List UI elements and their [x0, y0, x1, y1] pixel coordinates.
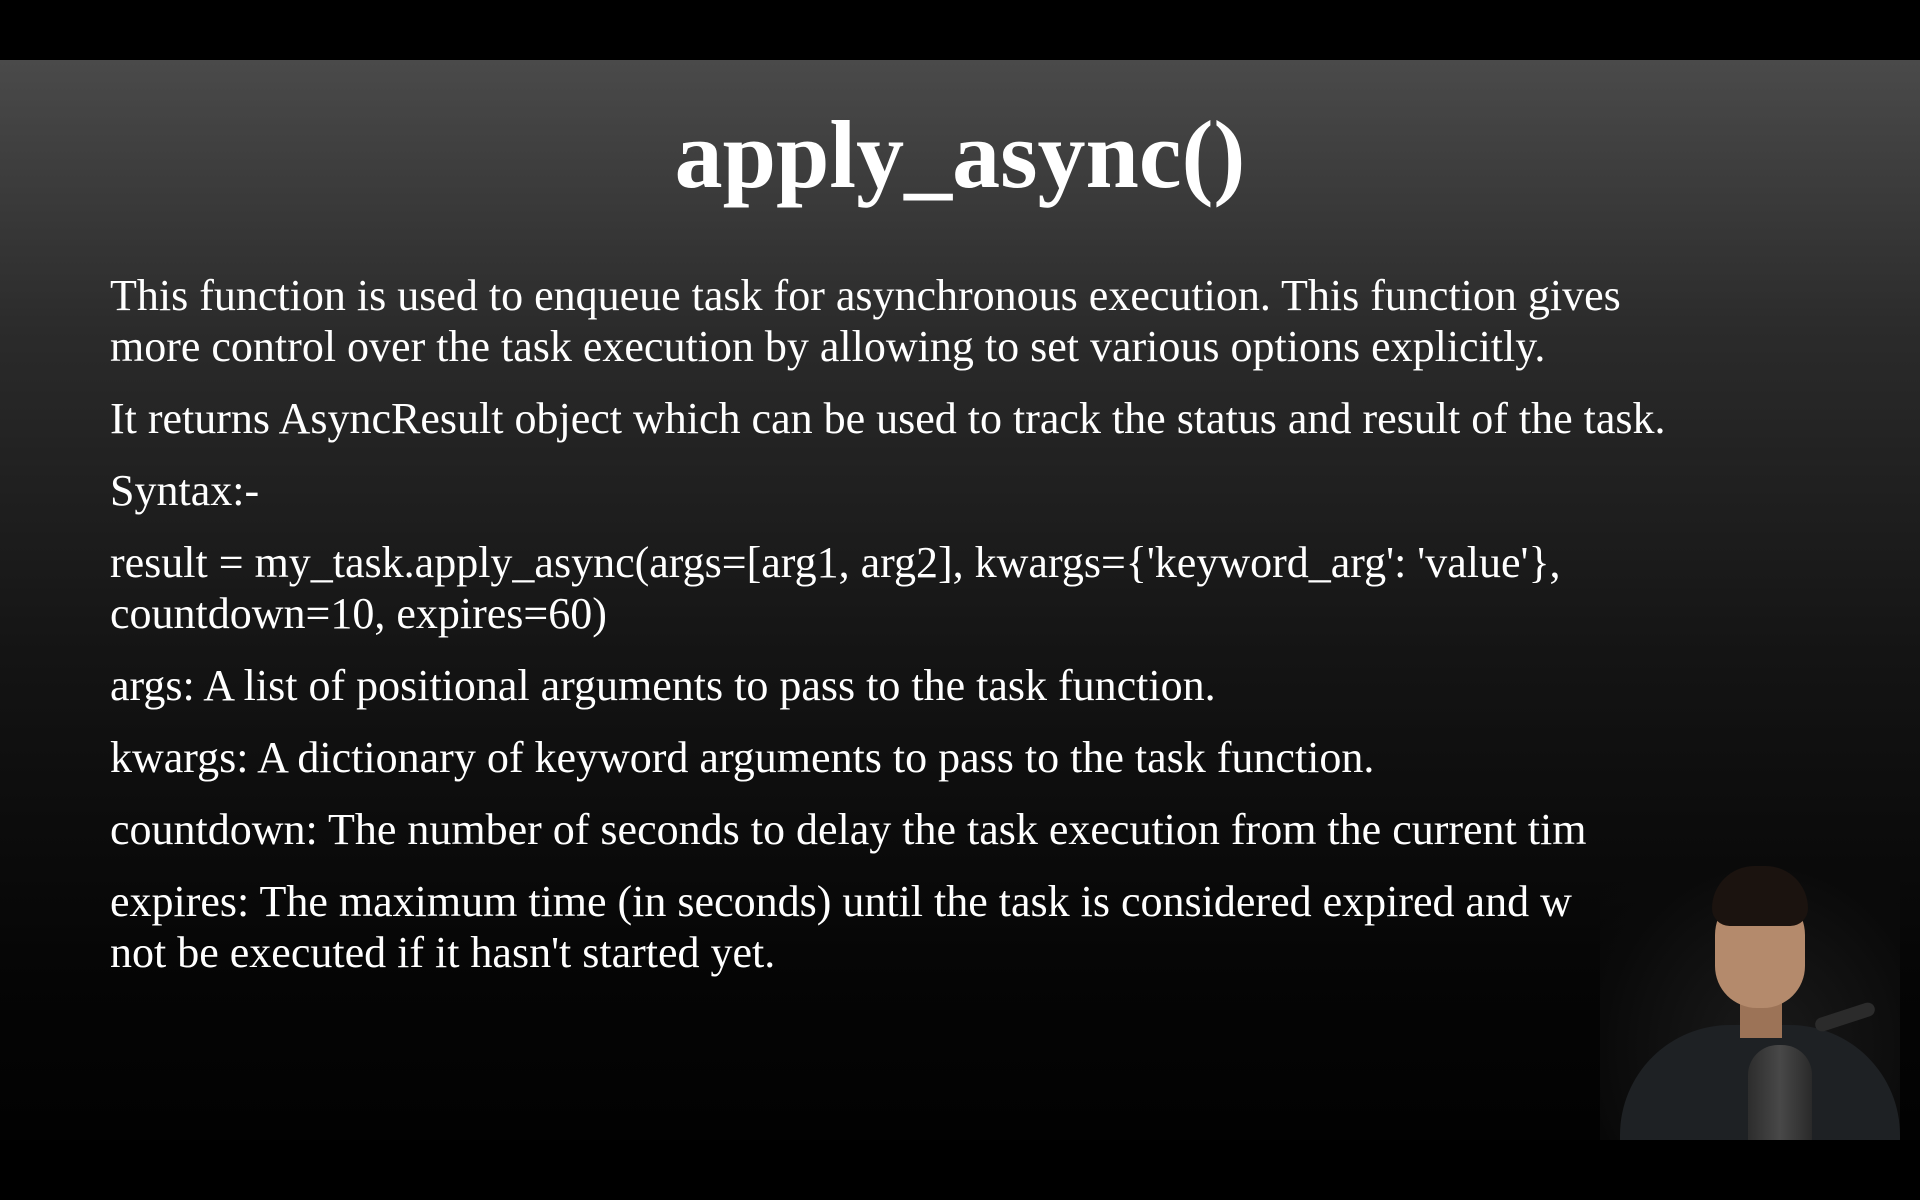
slide-body: This function is used to enqueue task fo…: [110, 270, 1830, 999]
paragraph-expires: expires: The maximum time (in seconds) u…: [110, 876, 1830, 978]
letterbox-bar: [0, 0, 1920, 60]
paragraph-description: This function is used to enqueue task fo…: [110, 270, 1830, 372]
text-line: countdown=10, expires=60): [110, 589, 607, 638]
text-line: more control over the task execution by …: [110, 322, 1546, 371]
text-line: args: A list of positional arguments to …: [110, 661, 1216, 710]
text-line: not be executed if it hasn't started yet…: [110, 928, 776, 977]
microphone-icon: [1748, 1045, 1812, 1140]
video-frame: apply_async() This function is used to e…: [0, 0, 1920, 1200]
text-line: result = my_task.apply_async(args=[arg1,…: [110, 538, 1561, 587]
paragraph-syntax-code: result = my_task.apply_async(args=[arg1,…: [110, 537, 1830, 639]
text-line: This function is used to enqueue task fo…: [110, 271, 1621, 320]
paragraph-args: args: A list of positional arguments to …: [110, 660, 1830, 711]
text-line: countdown: The number of seconds to dela…: [110, 805, 1587, 854]
text-line: kwargs: A dictionary of keyword argument…: [110, 733, 1375, 782]
text-line: expires: The maximum time (in seconds) u…: [110, 877, 1572, 926]
text-line: Syntax:-: [110, 466, 260, 515]
text-line: It returns AsyncResult object which can …: [110, 394, 1666, 443]
presenter-webcam-overlay: [1600, 860, 1900, 1140]
paragraph-kwargs: kwargs: A dictionary of keyword argument…: [110, 732, 1830, 783]
paragraph-countdown: countdown: The number of seconds to dela…: [110, 804, 1830, 855]
paragraph-returns: It returns AsyncResult object which can …: [110, 393, 1830, 444]
paragraph-syntax-heading: Syntax:-: [110, 465, 1830, 516]
presentation-slide: apply_async() This function is used to e…: [0, 60, 1920, 1140]
slide-title: apply_async(): [674, 101, 1246, 208]
